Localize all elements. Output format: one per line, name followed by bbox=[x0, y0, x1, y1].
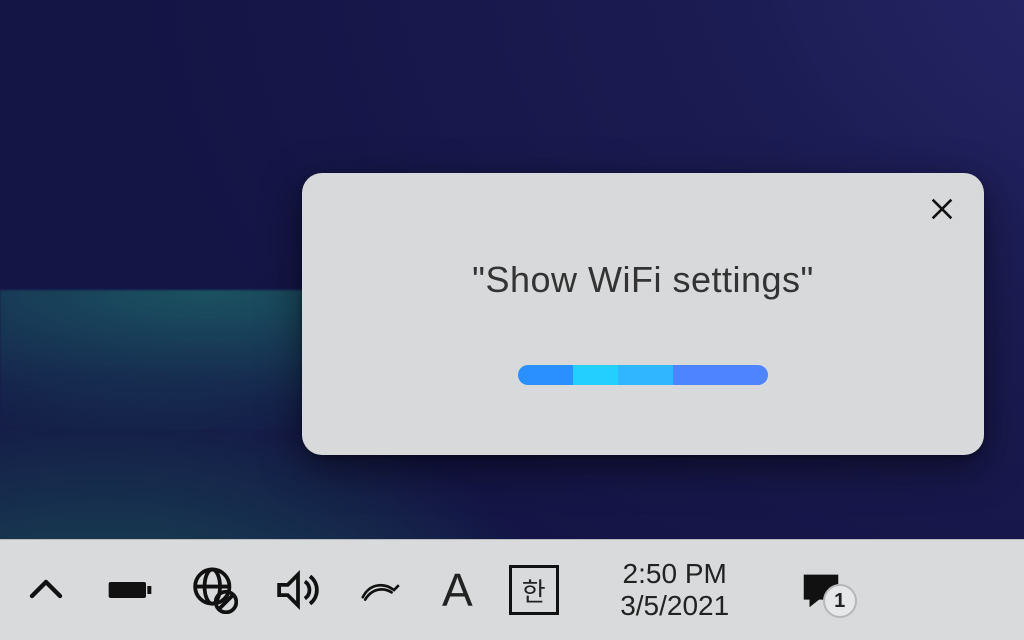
notification-badge: 1 bbox=[823, 584, 857, 618]
volume-status[interactable] bbox=[274, 540, 322, 640]
network-status[interactable] bbox=[190, 540, 238, 640]
volume-icon bbox=[274, 566, 322, 614]
ime-mode[interactable]: A bbox=[442, 540, 473, 640]
hangul-label: 한 bbox=[522, 572, 546, 609]
close-button[interactable] bbox=[928, 195, 956, 223]
show-hidden-icons[interactable] bbox=[22, 540, 70, 640]
battery-icon bbox=[106, 566, 154, 614]
action-center[interactable]: 1 bbox=[791, 560, 851, 620]
notification-count: 1 bbox=[834, 590, 845, 613]
cortana-popup: "Show WiFi settings" bbox=[302, 173, 984, 455]
windows-ink[interactable] bbox=[358, 540, 406, 640]
battery-status[interactable] bbox=[106, 540, 154, 640]
clock[interactable]: 2:50 PM 3/5/2021 bbox=[595, 558, 755, 622]
date-text: 3/5/2021 bbox=[620, 590, 729, 622]
close-icon bbox=[928, 195, 956, 223]
hangul-indicator: 한 bbox=[509, 565, 559, 615]
ime-letter: A bbox=[442, 563, 473, 617]
globe-no-internet-icon bbox=[190, 566, 238, 614]
listening-progress bbox=[518, 365, 768, 385]
ime-language[interactable]: 한 bbox=[509, 540, 559, 640]
popup-text: "Show WiFi settings" bbox=[302, 259, 984, 301]
chevron-up-icon bbox=[22, 566, 70, 614]
time-text: 2:50 PM bbox=[623, 558, 727, 590]
desktop: "Show WiFi settings" bbox=[0, 0, 1024, 640]
taskbar: A 한 2:50 PM 3/5/2021 1 bbox=[0, 539, 1024, 640]
pen-icon bbox=[358, 566, 406, 614]
